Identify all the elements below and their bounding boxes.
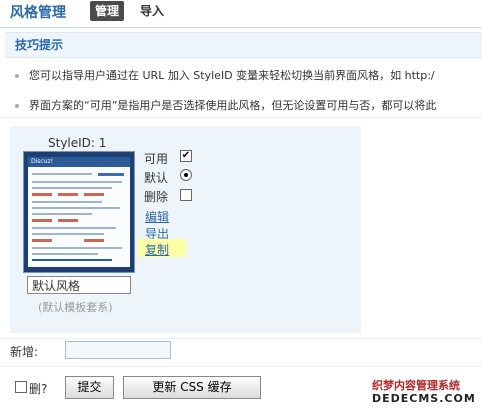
thumbnail-block [98, 173, 124, 176]
tip-text: 界面方案的“可用”是指用户是否选择使用此风格，但无论设置可用与否，都可以将此 [29, 99, 437, 112]
new-style-label: 新增: [10, 345, 39, 359]
thumbnail-block [58, 193, 78, 196]
available-label: 可用 [144, 152, 169, 166]
thumbnail-block [32, 193, 52, 196]
thumbnail-block [32, 219, 52, 222]
delete-selected-checkbox[interactable] [15, 381, 27, 393]
thumbnail-line [32, 207, 120, 209]
delete-selected-label: 删? [29, 382, 48, 396]
tip-item: 界面方案的“可用”是指用户是否选择使用此风格，但无论设置可用与否，都可以将此 [15, 97, 482, 113]
template-set-label: (默认模板套系) [38, 301, 113, 314]
thumbnail-line [32, 227, 116, 229]
submit-button[interactable]: 提交 [65, 376, 114, 399]
thumbnail-line [32, 247, 122, 249]
default-radio[interactable] [180, 169, 192, 181]
thumbnail-block [32, 239, 52, 242]
bullet-icon [15, 74, 19, 78]
thumbnail-logo: Discuz! [31, 158, 54, 165]
delete-checkbox[interactable] [180, 189, 192, 201]
delete-label: 删除 [144, 190, 169, 204]
tab-manage[interactable]: 管理 [90, 1, 125, 21]
default-label: 默认 [144, 171, 169, 185]
thumbnail-header: Discuz! [28, 157, 130, 167]
copy-link[interactable]: 复制 [145, 241, 169, 258]
thumbnail-page: Discuz! [28, 157, 130, 267]
watermark-url: DEDECMS.COM [372, 392, 476, 405]
watermark-text: 织梦内容管理系统 [372, 379, 460, 392]
header-divider [0, 27, 482, 28]
divider [0, 117, 482, 118]
thumbnail-line [32, 201, 102, 203]
edit-link[interactable]: 编辑 [145, 208, 169, 225]
page-title: 风格管理 [10, 5, 66, 21]
thumbnail-line [32, 213, 92, 215]
bullet-icon [15, 104, 19, 108]
style-id-label: StyleID: 1 [48, 136, 107, 150]
thumbnail-footer [32, 259, 112, 261]
tips-title: 技巧提示 [15, 38, 64, 52]
style-name-input[interactable]: 默认风格 [27, 276, 131, 294]
thumbnail-line [32, 233, 104, 235]
available-checkbox[interactable]: ✔ [180, 150, 192, 162]
tip-item: 您可以指导用户通过在 URL 加入 StyleID 变量来轻松切换当前界面风格，… [15, 67, 482, 83]
tips-header-bar [5, 32, 482, 58]
divider [0, 338, 482, 339]
refresh-css-cache-button[interactable]: 更新 CSS 缓存 [123, 376, 261, 399]
thumbnail-line [32, 187, 112, 189]
radio-dot-icon [184, 173, 188, 177]
thumbnail-line [32, 173, 92, 175]
divider [0, 366, 482, 367]
thumbnail-block [84, 193, 104, 196]
thumbnail-block [58, 219, 78, 222]
thumbnail-block [84, 239, 104, 242]
tip-text: 您可以指导用户通过在 URL 加入 StyleID 变量来轻松切换当前界面风格，… [29, 69, 435, 82]
thumbnail-line [32, 253, 98, 255]
style-preview-thumbnail[interactable]: Discuz! [23, 151, 135, 273]
new-style-input[interactable] [65, 341, 171, 359]
tab-import[interactable]: 导入 [140, 3, 164, 19]
thumbnail-line [32, 181, 122, 183]
